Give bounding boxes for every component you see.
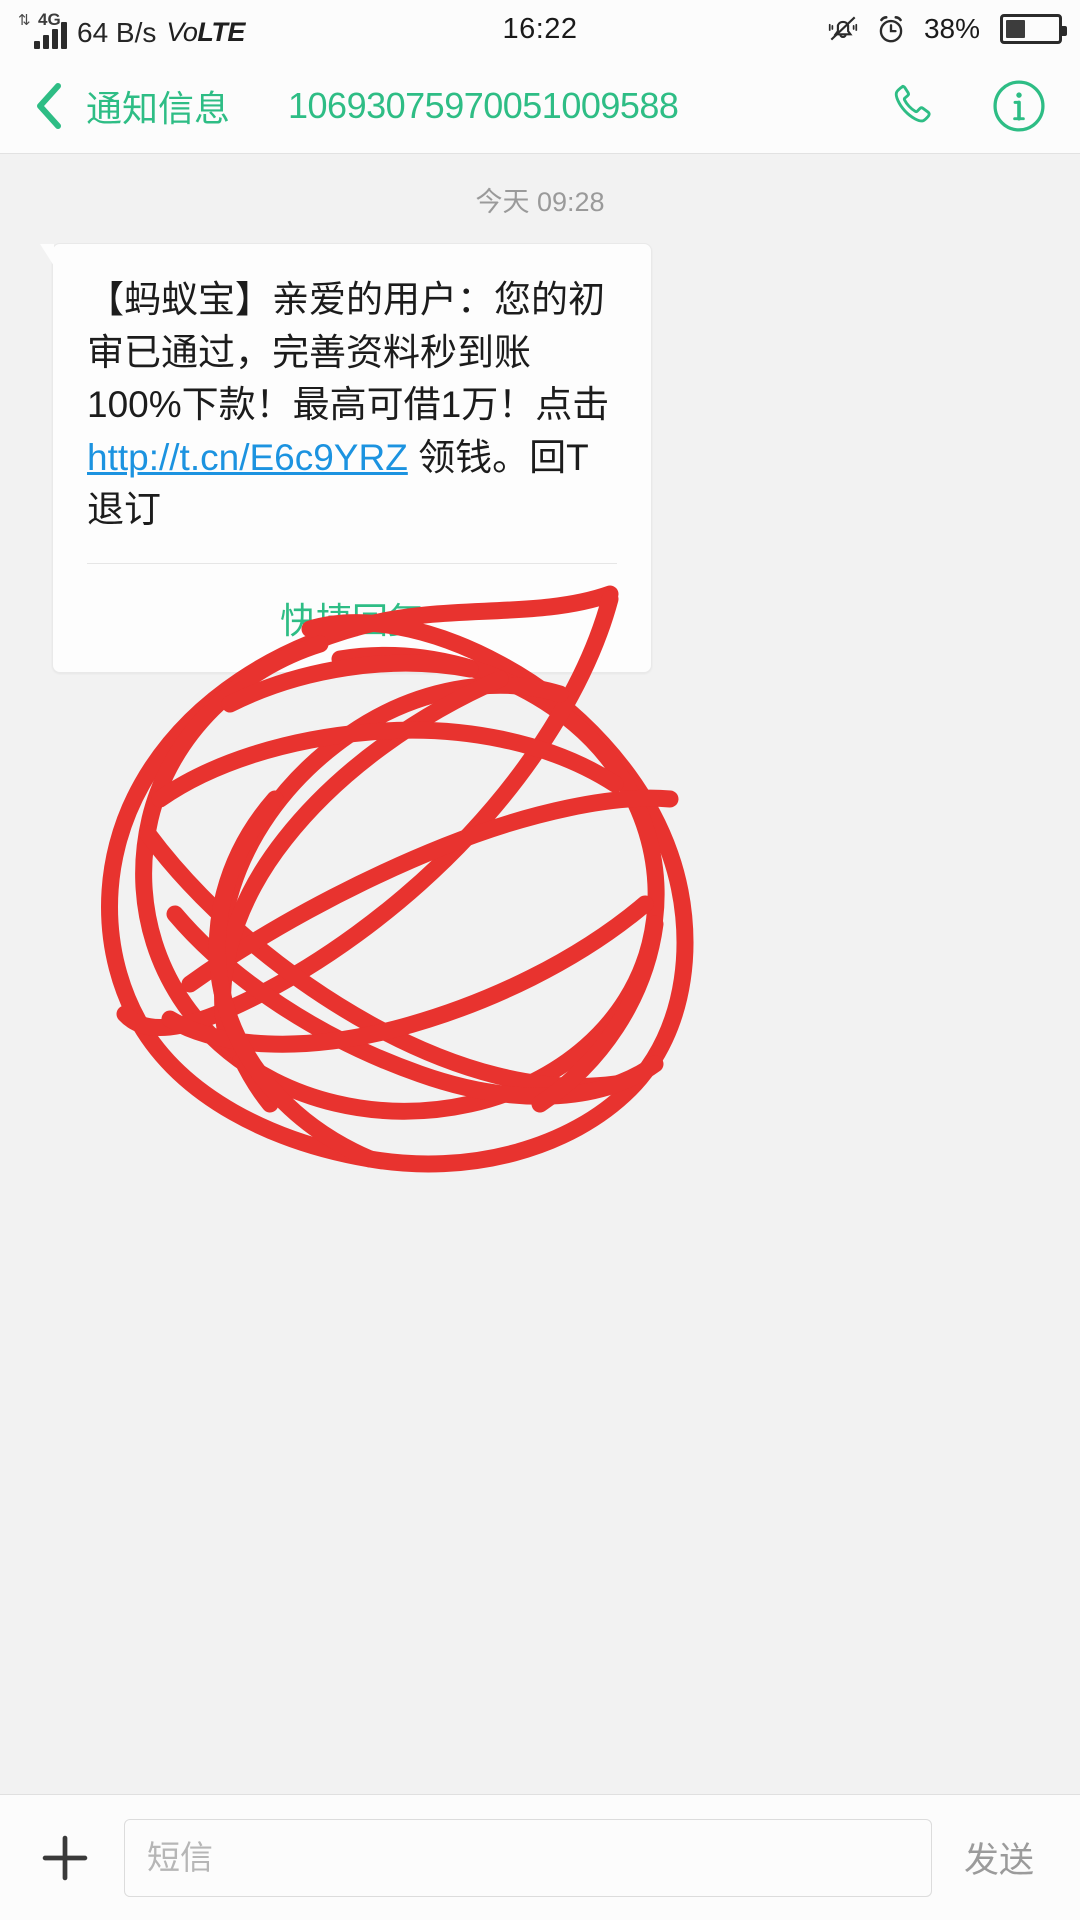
message-link[interactable]: http://t.cn/E6c9YRZ <box>87 437 408 478</box>
quick-reply-button[interactable]: 快捷回复 <box>87 564 617 672</box>
status-bar: ⇅ 4G 64 B/s VoLTE 16:22 38% <box>0 0 1080 58</box>
sender-number[interactable]: 10693075970051009588 <box>288 85 679 127</box>
conversation-header: 通知信息 10693075970051009588 <box>0 58 1080 154</box>
message-bubble[interactable]: 【蚂蚁宝】亲爱的用户：您的初审已通过，完善资料秒到账100%下款！最高可借1万！… <box>40 243 652 673</box>
phone-icon[interactable] <box>886 77 944 135</box>
battery-icon <box>1000 14 1067 44</box>
message-body: 【蚂蚁宝】亲爱的用户：您的初审已通过，完善资料秒到账100%下款！最高可借1万！… <box>87 274 617 537</box>
message-composer: 发送 <box>0 1794 1080 1920</box>
day-timestamp: 今天 09:28 <box>475 187 605 217</box>
send-button[interactable]: 发送 <box>958 1832 1052 1883</box>
info-circle-icon[interactable] <box>990 77 1048 135</box>
header-actions <box>886 77 1054 135</box>
message-row-incoming: 【蚂蚁宝】亲爱的用户：您的初审已通过，完善资料秒到账100%下款！最高可借1万！… <box>0 243 1080 673</box>
sms-conversation-screen: ⇅ 4G 64 B/s VoLTE 16:22 38% 通知信息 1069307… <box>0 0 1080 1920</box>
scribble-annotation-icon <box>101 585 694 1173</box>
page-title: 通知信息 <box>86 87 231 129</box>
sms-input[interactable] <box>124 1818 932 1897</box>
status-bar-clock: 16:22 <box>502 12 578 45</box>
back-button[interactable] <box>26 78 72 134</box>
message-text-before-link: 【蚂蚁宝】亲爱的用户：您的初审已通过，完善资料秒到账100%下款！最高可借1万！… <box>87 279 610 426</box>
add-attachment-icon[interactable] <box>28 1821 102 1895</box>
message-list[interactable]: 今天 09:28 【蚂蚁宝】亲爱的用户：您的初审已通过，完善资料秒到账100%下… <box>0 154 1080 1794</box>
